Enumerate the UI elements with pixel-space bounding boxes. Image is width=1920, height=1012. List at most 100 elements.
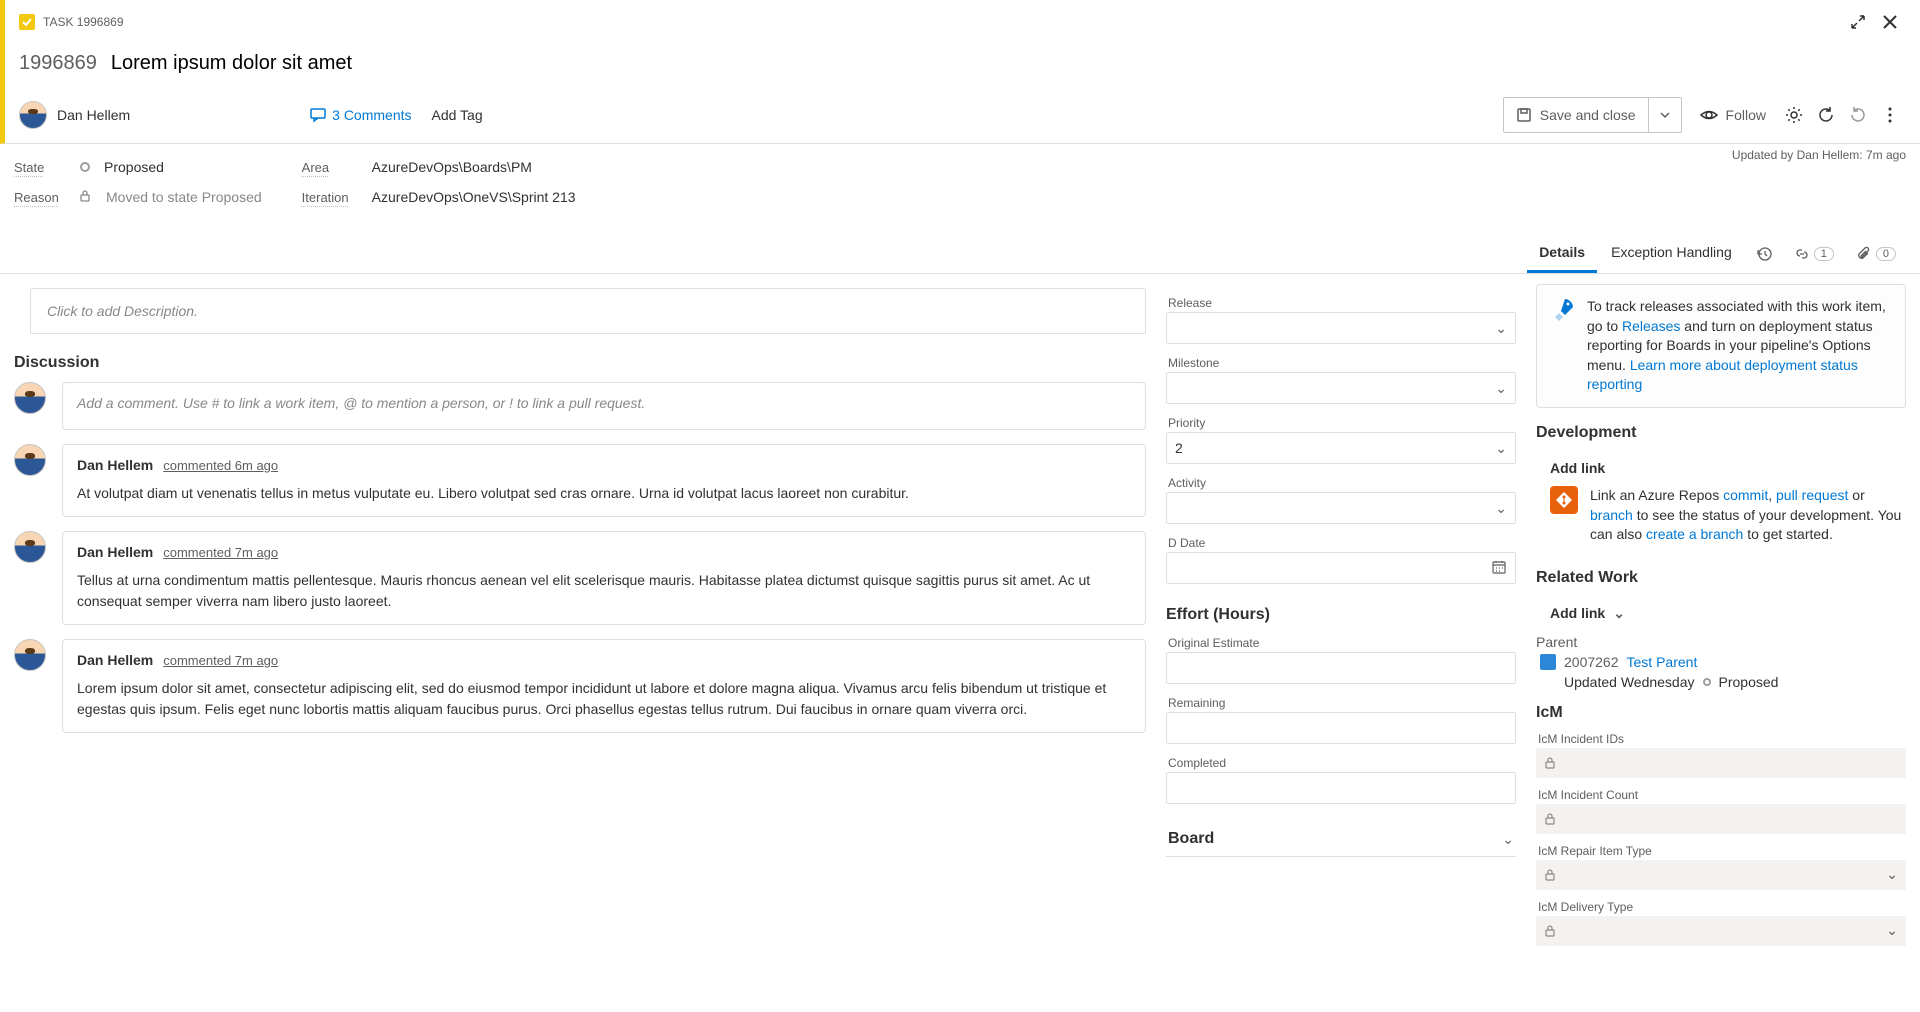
development-heading: Development [1536,424,1906,442]
current-user-avatar [14,382,46,414]
lock-icon [78,189,92,206]
completed-field[interactable] [1166,772,1516,804]
ddate-label: D Date [1168,536,1514,550]
branch-link[interactable]: branch [1590,507,1633,523]
tab-history[interactable] [1746,238,1782,270]
reason-value[interactable]: Moved to state Proposed [106,189,262,205]
releases-link[interactable]: Releases [1622,318,1680,334]
create-branch-link[interactable]: create a branch [1646,526,1743,542]
comments-link-label: 3 Comments [332,107,411,123]
close-button[interactable] [1874,6,1906,38]
assignee-avatar[interactable] [19,101,47,129]
follow-button[interactable]: Follow [1688,97,1778,133]
add-tag-button[interactable]: Add Tag [426,103,489,127]
icm-incident-ids-label: IcM Incident IDs [1538,732,1904,746]
release-field[interactable]: ⌄ [1166,312,1516,344]
reason-label: Reason [14,190,74,205]
icm-incident-count-field [1536,804,1906,834]
lock-icon [1544,925,1556,937]
task-type-icon [19,14,35,30]
area-value[interactable]: AzureDevOps\Boards\PM [372,159,532,175]
rocket-icon [1551,297,1575,321]
chevron-down-icon: ⌄ [1613,605,1625,622]
comment-time[interactable]: commented 6m ago [163,458,278,473]
board-section-toggle[interactable]: Board ⌄ [1166,822,1516,857]
board-heading: Board [1168,830,1214,848]
avatar [14,531,46,563]
comment-time[interactable]: commented 7m ago [163,545,278,560]
lock-icon [1544,869,1556,881]
work-item-title-input[interactable] [111,48,1906,79]
iteration-value[interactable]: AzureDevOps\OneVS\Sprint 213 [372,189,576,205]
comment-item: Dan Hellem commented 7m ago Tellus at ur… [62,531,1146,625]
pull-request-link[interactable]: pull request [1776,487,1848,503]
follow-label: Follow [1726,107,1766,123]
related-add-link[interactable]: Add link ⌄ [1536,597,1906,630]
comments-link[interactable]: 3 Comments [310,107,411,123]
comment-author[interactable]: Dan Hellem [77,457,153,473]
comment-body: At volutpat diam ut venenatis tellus in … [77,483,1131,504]
icm-repair-item-type-field[interactable]: ⌄ [1536,860,1906,890]
state-value[interactable]: Proposed [104,159,164,175]
chevron-down-icon: ⌄ [1886,922,1898,939]
tab-exception-handling[interactable]: Exception Handling [1599,234,1744,273]
original-estimate-label: Original Estimate [1168,636,1514,650]
tab-attachments[interactable]: 0 [1846,238,1906,270]
icm-incident-count-label: IcM Incident Count [1538,788,1904,802]
save-and-close-button[interactable]: Save and close [1503,97,1648,133]
lock-icon [1544,813,1556,825]
parent-state: Proposed [1719,674,1779,690]
expand-button[interactable] [1842,6,1874,38]
assignee-name[interactable]: Dan Hellem [57,107,130,123]
milestone-field[interactable]: ⌄ [1166,372,1516,404]
links-count: 1 [1814,247,1834,261]
activity-label: Activity [1168,476,1514,490]
original-estimate-field[interactable] [1166,652,1516,684]
icm-delivery-type-field[interactable]: ⌄ [1536,916,1906,946]
chevron-down-icon: ⌄ [1495,380,1507,397]
comment-item: Dan Hellem commented 6m ago At volutpat … [62,444,1146,517]
tab-details[interactable]: Details [1527,234,1597,273]
comment-time[interactable]: commented 7m ago [163,653,278,668]
chevron-down-icon: ⌄ [1495,500,1507,517]
area-label: Area [302,160,372,175]
task-type-label: TASK 1996869 [43,15,124,29]
parent-link[interactable]: Test Parent [1627,654,1698,670]
settings-button[interactable] [1778,97,1810,133]
discussion-heading: Discussion [14,354,1146,372]
description-input[interactable]: Click to add Description. [30,288,1146,334]
save-dropdown-button[interactable] [1648,97,1682,133]
comment-body: Tellus at urna condimentum mattis pellen… [77,570,1131,612]
milestone-label: Milestone [1168,356,1514,370]
activity-field[interactable]: ⌄ [1166,492,1516,524]
more-actions-button[interactable] [1874,97,1906,133]
state-dot-icon [80,162,90,172]
development-add-link[interactable]: Add link [1536,452,1906,484]
icm-delivery-type-label: IcM Delivery Type [1538,900,1904,914]
add-comment-input[interactable]: Add a comment. Use # to link a work item… [62,382,1146,430]
effort-heading: Effort (Hours) [1166,606,1516,624]
work-item-id: 1996869 [19,52,97,75]
parent-updated: Updated Wednesday [1564,674,1695,690]
comment-author[interactable]: Dan Hellem [77,544,153,560]
comment-author[interactable]: Dan Hellem [77,652,153,668]
commit-link[interactable]: commit [1723,487,1768,503]
undo-button[interactable] [1842,97,1874,133]
avatar [14,639,46,671]
priority-field[interactable]: 2 ⌄ [1166,432,1516,464]
remaining-field[interactable] [1166,712,1516,744]
chevron-down-icon: ⌄ [1886,866,1898,883]
ddate-field[interactable] [1166,552,1516,584]
refresh-button[interactable] [1810,97,1842,133]
chevron-down-icon: ⌄ [1502,831,1514,848]
lock-icon [1544,757,1556,769]
add-link-label: Add link [1550,460,1605,476]
iteration-label: Iteration [302,190,372,205]
tab-links[interactable]: 1 [1784,238,1844,270]
deployment-callout: To track releases associated with this w… [1536,284,1906,408]
attachments-count: 0 [1876,247,1896,261]
state-label: State [14,160,74,175]
comment-body: Lorem ipsum dolor sit amet, consectetur … [77,678,1131,720]
calendar-icon [1491,559,1507,578]
priority-value: 2 [1175,440,1183,456]
